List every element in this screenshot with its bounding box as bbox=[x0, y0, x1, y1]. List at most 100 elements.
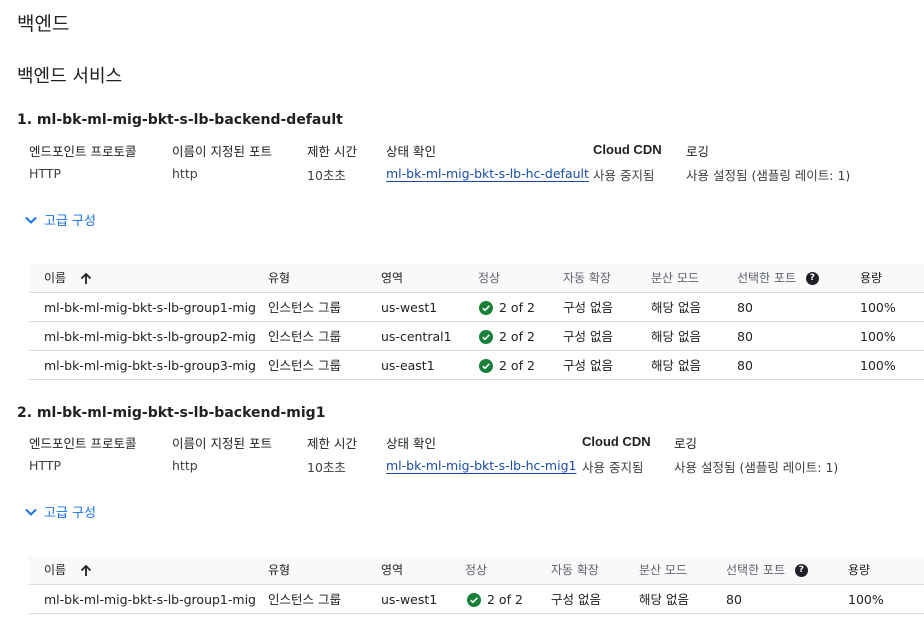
arrow-up-icon[interactable] bbox=[80, 564, 92, 577]
column-autoscaling: 자동 확장 bbox=[551, 563, 599, 577]
group-name[interactable]: ml-bk-ml-mig-bkt-s-lb-group1-mig bbox=[44, 585, 256, 614]
column-healthy: 정상 bbox=[478, 271, 501, 285]
advanced-config-toggle[interactable]: 고급 구성 bbox=[24, 502, 96, 521]
group-balancing-mode: 해당 없음 bbox=[639, 592, 689, 607]
timeout-label: 제한 시간 bbox=[307, 436, 357, 451]
column-selected-port-label: 선택한 포트 bbox=[737, 271, 797, 285]
column-capacity: 용량 bbox=[860, 271, 883, 285]
group-name[interactable]: ml-bk-ml-mig-bkt-s-lb-group2-mig bbox=[44, 322, 256, 351]
logging-value: 사용 설정됨 (샘플링 레이트: 1) bbox=[686, 168, 851, 183]
group-port: 80 bbox=[737, 329, 753, 344]
group-type: 인스턴스 그룹 bbox=[268, 592, 341, 607]
column-selected-port: 선택한 포트 ? bbox=[737, 264, 819, 293]
timeout-label: 제한 시간 bbox=[307, 144, 357, 159]
group-balancing-mode: 해당 없음 bbox=[651, 329, 701, 344]
group-port: 80 bbox=[737, 358, 753, 373]
column-name[interactable]: 이름 bbox=[44, 556, 92, 585]
healthy-count: 2 of 2 bbox=[499, 358, 535, 373]
arrow-up-icon[interactable] bbox=[80, 272, 92, 285]
advanced-config-toggle[interactable]: 고급 구성 bbox=[24, 210, 96, 229]
logging-label: 로깅 bbox=[686, 144, 710, 159]
group-type: 인스턴스 그룹 bbox=[268, 300, 341, 315]
group-zone: us-central1 bbox=[381, 329, 452, 344]
column-healthy: 정상 bbox=[465, 563, 488, 577]
healthy-count: 2 of 2 bbox=[499, 329, 535, 344]
group-zone: us-west1 bbox=[381, 300, 438, 315]
group-type: 인스턴스 그룹 bbox=[268, 358, 341, 373]
group-autoscaling: 구성 없음 bbox=[563, 300, 613, 315]
advanced-config-label: 고급 구성 bbox=[44, 506, 96, 521]
help-icon[interactable]: ? bbox=[805, 272, 819, 285]
healthy-count: 2 of 2 bbox=[499, 300, 535, 315]
column-type: 유형 bbox=[268, 563, 291, 577]
chevron-down-icon bbox=[25, 216, 37, 224]
group-type: 인스턴스 그룹 bbox=[268, 329, 341, 344]
group-healthy: 2 of 2 bbox=[467, 585, 523, 614]
named-port-label: 이름이 지정된 포트 bbox=[172, 144, 272, 159]
healthy-count: 2 of 2 bbox=[487, 592, 523, 607]
table-row: ml-bk-ml-mig-bkt-s-lb-group2-mig 인스턴스 그룹… bbox=[29, 322, 924, 351]
section-title: 백엔드 서비스 bbox=[17, 66, 123, 87]
column-name-label: 이름 bbox=[44, 563, 67, 577]
table-header: 이름 유형 영역 정상 자동 확장 분산 모드 선택한 포트 ? 용량 bbox=[29, 264, 924, 293]
group-port: 80 bbox=[726, 592, 742, 607]
table-row: ml-bk-ml-mig-bkt-s-lb-group3-mig 인스턴스 그룹… bbox=[29, 351, 924, 380]
group-capacity: 100% bbox=[860, 358, 896, 373]
logging-value: 사용 설정됨 (샘플링 레이트: 1) bbox=[674, 460, 839, 475]
group-healthy: 2 of 2 bbox=[479, 351, 535, 380]
group-capacity: 100% bbox=[848, 592, 884, 607]
table-row: ml-bk-ml-mig-bkt-s-lb-group1-mig 인스턴스 그룹… bbox=[29, 585, 924, 614]
group-autoscaling: 구성 없음 bbox=[563, 358, 613, 373]
column-capacity: 용량 bbox=[848, 563, 871, 577]
column-selected-port-label: 선택한 포트 bbox=[726, 563, 786, 577]
check-circle-icon bbox=[479, 300, 493, 315]
cdn-value: 사용 중지됨 bbox=[593, 168, 655, 183]
group-autoscaling: 구성 없음 bbox=[551, 592, 601, 607]
backend-groups-table: 이름 유형 영역 정상 자동 확장 분산 모드 선택한 포트 ? 용량 ml-b… bbox=[29, 264, 924, 380]
named-port-value: http bbox=[172, 458, 198, 473]
help-icon[interactable]: ? bbox=[794, 564, 808, 577]
group-name[interactable]: ml-bk-ml-mig-bkt-s-lb-group3-mig bbox=[44, 351, 256, 380]
group-healthy: 2 of 2 bbox=[479, 293, 535, 322]
backend-title: 1. ml-bk-ml-mig-bkt-s-lb-backend-default bbox=[17, 112, 343, 128]
advanced-config-label: 고급 구성 bbox=[44, 214, 96, 229]
group-name[interactable]: ml-bk-ml-mig-bkt-s-lb-group1-mig bbox=[44, 293, 256, 322]
protocol-label: 엔드포인트 프로토콜 bbox=[29, 436, 137, 451]
check-circle-icon bbox=[467, 592, 481, 607]
group-capacity: 100% bbox=[860, 329, 896, 344]
check-circle-icon bbox=[479, 329, 493, 344]
group-zone: us-east1 bbox=[381, 358, 435, 373]
group-zone: us-west1 bbox=[381, 592, 438, 607]
group-capacity: 100% bbox=[860, 300, 896, 315]
cdn-value: 사용 중지됨 bbox=[582, 460, 644, 475]
column-autoscaling: 자동 확장 bbox=[563, 271, 611, 285]
column-name[interactable]: 이름 bbox=[44, 264, 92, 293]
check-circle-icon bbox=[479, 358, 493, 373]
table-row: ml-bk-ml-mig-bkt-s-lb-group1-mig 인스턴스 그룹… bbox=[29, 293, 924, 322]
column-zone: 영역 bbox=[381, 563, 404, 577]
group-balancing-mode: 해당 없음 bbox=[651, 300, 701, 315]
group-healthy: 2 of 2 bbox=[479, 322, 535, 351]
column-balancing-mode: 분산 모드 bbox=[651, 271, 699, 285]
backend-title: 2. ml-bk-ml-mig-bkt-s-lb-backend-mig1 bbox=[17, 405, 326, 421]
protocol-value: HTTP bbox=[29, 458, 61, 473]
page-title: 백엔드 bbox=[17, 13, 70, 35]
named-port-label: 이름이 지정된 포트 bbox=[172, 436, 272, 451]
health-check-link[interactable]: ml-bk-ml-mig-bkt-s-lb-hc-default bbox=[386, 166, 589, 181]
table-header: 이름 유형 영역 정상 자동 확장 분산 모드 선택한 포트 ? 용량 bbox=[29, 556, 924, 585]
cdn-label: Cloud CDN bbox=[582, 434, 651, 449]
timeout-value: 10초초 bbox=[307, 168, 346, 183]
logging-label: 로깅 bbox=[674, 436, 698, 451]
named-port-value: http bbox=[172, 166, 198, 181]
health-check-label: 상태 확인 bbox=[386, 144, 436, 159]
column-zone: 영역 bbox=[381, 271, 404, 285]
protocol-value: HTTP bbox=[29, 166, 61, 181]
backend-groups-table: 이름 유형 영역 정상 자동 확장 분산 모드 선택한 포트 ? 용량 ml-b… bbox=[29, 556, 924, 614]
column-balancing-mode: 분산 모드 bbox=[639, 563, 687, 577]
column-selected-port: 선택한 포트 ? bbox=[726, 556, 808, 585]
cdn-label: Cloud CDN bbox=[593, 142, 662, 157]
group-port: 80 bbox=[737, 300, 753, 315]
health-check-link[interactable]: ml-bk-ml-mig-bkt-s-lb-hc-mig1 bbox=[386, 458, 576, 473]
timeout-value: 10초초 bbox=[307, 460, 346, 475]
protocol-label: 엔드포인트 프로토콜 bbox=[29, 144, 137, 159]
